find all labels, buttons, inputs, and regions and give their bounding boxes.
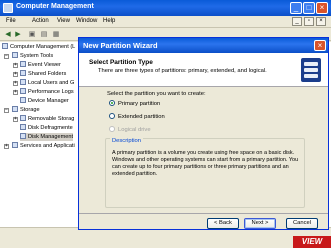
- performance-icon: [20, 88, 26, 94]
- shared-folder-icon: [20, 70, 26, 76]
- main-title-bar[interactable]: Computer Management _ □ ×: [0, 0, 331, 16]
- minimize-button[interactable]: _: [290, 2, 302, 14]
- menu-window[interactable]: Window: [76, 18, 97, 24]
- menu-view[interactable]: View: [57, 18, 70, 24]
- tree-node-local-users[interactable]: Local Users and G: [20, 79, 74, 87]
- tree-node-event-viewer[interactable]: Event Viewer: [20, 61, 61, 69]
- menu-bar: File Action View Window Help: [0, 16, 331, 28]
- disk-management-icon: [20, 133, 26, 139]
- tree-node-services-applications[interactable]: Services and Applicati: [12, 142, 75, 150]
- mdi-minimize-icon[interactable]: _: [292, 17, 302, 26]
- wizard-title-bar[interactable]: New Partition Wizard ×: [79, 38, 328, 53]
- tree-node-shared-folders[interactable]: Shared Folders: [20, 70, 66, 78]
- device-manager-icon: [20, 97, 26, 103]
- tree-node-performance-logs[interactable]: Performance Logs: [20, 88, 74, 96]
- users-icon: [20, 79, 26, 85]
- defragmenter-icon: [20, 124, 26, 130]
- radio-logical-drive: Logical drive: [109, 126, 151, 134]
- menu-file[interactable]: File: [6, 18, 16, 24]
- button-separator: [79, 213, 328, 214]
- radio-disabled-icon: [109, 126, 115, 132]
- wizard-header: Select Partition Type There are three ty…: [79, 53, 328, 87]
- properties-icon[interactable]: ▦: [52, 31, 60, 39]
- collapse-system-tools-icon[interactable]: −: [4, 54, 9, 59]
- tree-node-computer-management[interactable]: Computer Management (L: [2, 43, 75, 51]
- radio-primary-partition[interactable]: Primary partition: [109, 100, 160, 108]
- wizard-title: New Partition Wizard: [83, 41, 158, 50]
- forward-arrow-icon[interactable]: ▶: [14, 31, 22, 39]
- expand-shared-folders-icon[interactable]: +: [13, 72, 18, 77]
- removable-storage-icon: [20, 115, 26, 121]
- collapse-storage-icon[interactable]: −: [4, 108, 9, 113]
- tree-node-disk-management[interactable]: Disk Management: [20, 133, 74, 141]
- description-group: Description A primary partition is a vol…: [105, 138, 305, 208]
- new-partition-wizard-dialog: New Partition Wizard × Select Partition …: [78, 37, 329, 230]
- next-button[interactable]: Next >: [244, 218, 276, 229]
- tree-node-system-tools[interactable]: System Tools: [12, 52, 53, 60]
- main-window-title: Computer Management: [16, 3, 94, 10]
- show-tree-icon[interactable]: ▤: [40, 31, 48, 39]
- storage-icon: [12, 106, 18, 112]
- console-tree: Computer Management (L − System Tools + …: [0, 42, 80, 227]
- disk-partition-icon: [301, 58, 321, 82]
- up-folder-icon[interactable]: ▣: [28, 31, 36, 39]
- menu-help[interactable]: Help: [103, 18, 115, 24]
- expand-performance-logs-icon[interactable]: +: [13, 90, 18, 95]
- tree-node-device-manager[interactable]: Device Manager: [20, 97, 69, 105]
- close-button[interactable]: ×: [316, 2, 328, 14]
- mdi-close-icon[interactable]: ×: [316, 17, 326, 26]
- expand-local-users-icon[interactable]: +: [13, 81, 18, 86]
- back-button[interactable]: < Back: [207, 218, 239, 229]
- radio-selected-icon: [109, 100, 115, 106]
- partition-type-prompt: Select the partition you want to create:: [107, 91, 206, 97]
- maximize-button[interactable]: □: [303, 2, 315, 14]
- tree-node-storage[interactable]: Storage: [12, 106, 40, 114]
- tree-node-removable-storage[interactable]: Removable Storag: [20, 115, 74, 123]
- tools-icon: [12, 52, 18, 58]
- mdi-restore-icon[interactable]: ▫: [304, 17, 314, 26]
- cancel-button[interactable]: Cancel: [286, 218, 318, 229]
- back-arrow-icon[interactable]: ◀: [4, 31, 12, 39]
- status-bar: [0, 227, 331, 248]
- tree-node-disk-defragmenter[interactable]: Disk Defragmente: [20, 124, 73, 132]
- wizard-close-button[interactable]: ×: [314, 40, 326, 51]
- computer-management-icon: [3, 3, 13, 13]
- event-viewer-icon: [20, 61, 26, 67]
- wizard-header-title: Select Partition Type: [89, 59, 153, 66]
- wizard-header-subtitle: There are three types of partitions: pri…: [98, 68, 267, 74]
- view-watermark: VIEW: [293, 236, 331, 248]
- description-text: A primary partition is a volume you crea…: [112, 150, 299, 177]
- radio-unselected-icon: [109, 113, 115, 119]
- radio-extended-partition[interactable]: Extended partition: [109, 113, 165, 121]
- services-icon: [12, 142, 18, 148]
- expand-event-viewer-icon[interactable]: +: [13, 63, 18, 68]
- menu-action[interactable]: Action: [32, 18, 49, 24]
- expand-removable-storage-icon[interactable]: +: [13, 117, 18, 122]
- computer-icon: [2, 43, 8, 49]
- expand-services-icon[interactable]: +: [4, 144, 9, 149]
- description-label: Description: [110, 138, 143, 144]
